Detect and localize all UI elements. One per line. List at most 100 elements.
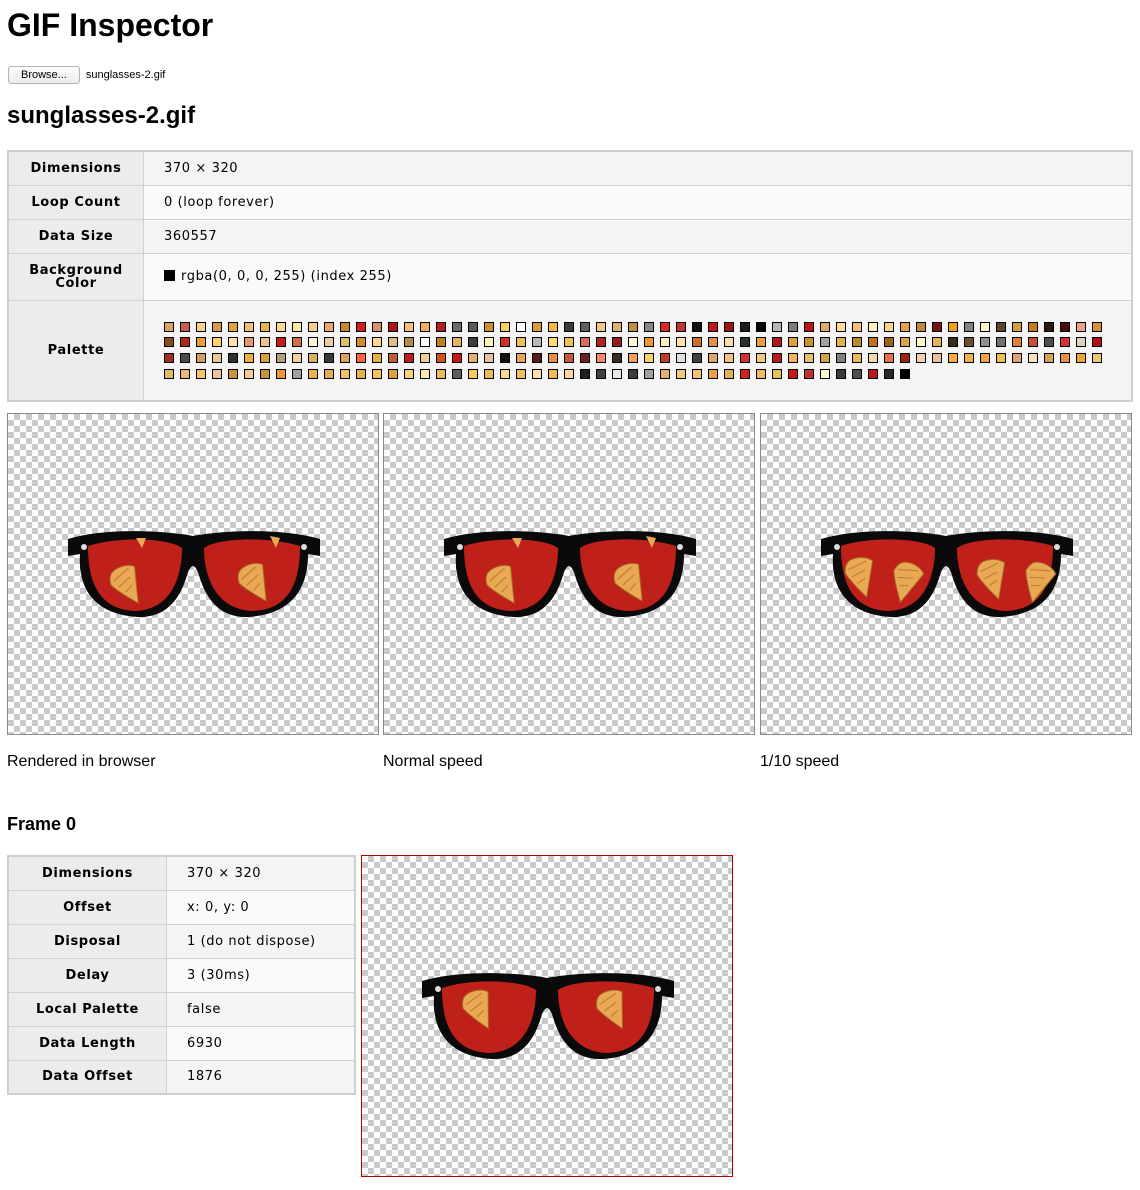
row-value: 3 (30ms) xyxy=(166,957,356,993)
palette-swatch xyxy=(612,368,622,379)
palette-swatch xyxy=(868,337,878,348)
palette-swatch xyxy=(836,337,846,348)
table-row: Background Color rgba(0, 0, 0, 255) (ind… xyxy=(7,252,1133,301)
browse-button[interactable]: Browse... xyxy=(8,66,80,84)
palette-swatch xyxy=(756,321,766,332)
preview-normal-speed xyxy=(383,413,755,735)
table-row: Dimensions 370 × 320 xyxy=(7,150,1133,186)
palette-swatch xyxy=(868,368,878,379)
palette-swatch xyxy=(1028,353,1038,364)
palette-swatch xyxy=(180,353,190,364)
palette-swatch xyxy=(660,321,670,332)
preview-caption: 1/10 speed xyxy=(760,753,840,770)
palette-swatch xyxy=(516,337,526,348)
palette-swatch xyxy=(724,353,734,364)
palette-swatch xyxy=(516,321,526,332)
palette-swatch xyxy=(980,337,990,348)
palette-swatch xyxy=(996,353,1006,364)
palette-swatch xyxy=(948,337,958,348)
palette-swatch xyxy=(260,337,270,348)
palette-swatch xyxy=(196,321,206,332)
palette-swatch xyxy=(628,353,638,364)
palette-swatch xyxy=(996,337,1006,348)
palette-swatch xyxy=(1060,353,1070,364)
palette-swatch xyxy=(772,368,782,379)
frame-info-table: Dimensions 370 × 320 Offset x: 0, y: 0 Dis… xyxy=(7,855,356,1095)
palette-swatch xyxy=(1044,353,1054,364)
palette-swatch xyxy=(1012,353,1022,364)
palette-swatch xyxy=(244,321,254,332)
palette-swatch xyxy=(388,368,398,379)
palette-swatch xyxy=(596,353,606,364)
palette-swatch xyxy=(388,337,398,348)
palette-swatch xyxy=(180,337,190,348)
palette-swatch xyxy=(580,353,590,364)
palette-swatch xyxy=(852,368,862,379)
palette-swatch xyxy=(228,368,238,379)
palette-swatch xyxy=(372,337,382,348)
palette-swatch xyxy=(404,368,414,379)
palette-swatch xyxy=(644,337,654,348)
row-value: x: 0, y: 0 xyxy=(166,889,356,925)
palette-swatch xyxy=(1028,337,1038,348)
palette-swatch xyxy=(820,337,830,348)
palette-swatch xyxy=(1092,353,1102,364)
palette-swatch xyxy=(612,337,622,348)
palette-swatch xyxy=(596,337,606,348)
palette-swatch xyxy=(740,368,750,379)
palette-swatch xyxy=(676,321,686,332)
row-label: Data Offset xyxy=(7,1059,167,1095)
palette-swatch xyxy=(788,353,798,364)
palette-swatch xyxy=(564,337,574,348)
palette-swatch xyxy=(276,321,286,332)
palette-swatch xyxy=(340,353,350,364)
palette-swatch xyxy=(532,337,542,348)
palette-swatch xyxy=(708,321,718,332)
palette-grid xyxy=(164,320,1114,381)
table-row: Dimensions 370 × 320 xyxy=(7,855,356,891)
palette-swatch xyxy=(692,368,702,379)
palette-swatch xyxy=(532,368,542,379)
palette-swatch xyxy=(388,353,398,364)
palette-swatch xyxy=(292,337,302,348)
palette-swatch xyxy=(436,368,446,379)
palette-swatch xyxy=(548,353,558,364)
row-value: 360557 xyxy=(143,218,1133,254)
row-label: Delay xyxy=(7,957,167,993)
palette-swatch xyxy=(740,353,750,364)
palette-swatch xyxy=(484,368,494,379)
palette-swatch xyxy=(260,321,270,332)
palette-swatch xyxy=(836,321,846,332)
palette-swatch xyxy=(788,337,798,348)
palette-swatch xyxy=(452,337,462,348)
palette-swatch xyxy=(852,321,862,332)
palette-swatch xyxy=(388,321,398,332)
palette-swatch xyxy=(660,368,670,379)
palette-swatch xyxy=(1076,337,1086,348)
palette-swatch xyxy=(372,368,382,379)
palette-swatch xyxy=(580,337,590,348)
palette-swatch xyxy=(468,337,478,348)
palette-swatch xyxy=(964,353,974,364)
palette-swatch xyxy=(900,321,910,332)
palette-swatch xyxy=(356,368,366,379)
palette-swatch xyxy=(340,337,350,348)
row-label: Offset xyxy=(7,889,167,925)
palette-swatch xyxy=(1076,353,1086,364)
palette-swatch xyxy=(340,321,350,332)
palette-swatch xyxy=(244,368,254,379)
palette-swatch xyxy=(548,321,558,332)
frame-preview xyxy=(361,855,733,1177)
palette-swatch xyxy=(212,353,222,364)
palette-swatch xyxy=(276,368,286,379)
palette-swatch xyxy=(436,321,446,332)
palette-swatch xyxy=(852,353,862,364)
palette-swatch xyxy=(788,368,798,379)
palette-swatch xyxy=(308,368,318,379)
palette-swatch xyxy=(468,353,478,364)
row-value: false xyxy=(166,991,356,1027)
palette-swatch xyxy=(164,353,174,364)
palette-swatch xyxy=(612,353,622,364)
palette-swatch xyxy=(532,353,542,364)
palette-swatch xyxy=(564,368,574,379)
